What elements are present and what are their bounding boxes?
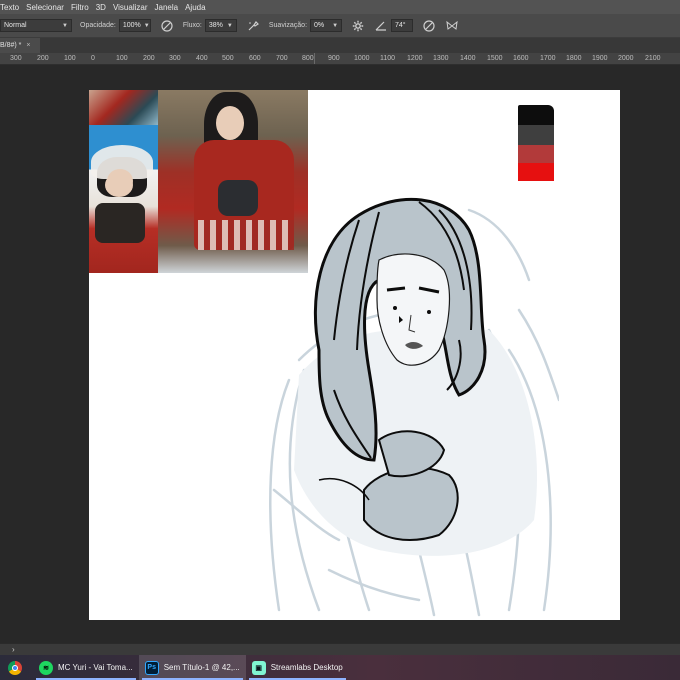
workspace[interactable] bbox=[0, 65, 680, 643]
taskbar-spotify-label: MC Yuri - Vai Toma... bbox=[58, 663, 133, 672]
windows-taskbar: ≋ MC Yuri - Vai Toma... Ps Sem Título-1 … bbox=[0, 655, 680, 680]
ruler-tick: 300 bbox=[10, 55, 22, 62]
ruler-tick: 600 bbox=[249, 55, 261, 62]
menu-selecionar[interactable]: Selecionar bbox=[26, 3, 64, 12]
menu-ajuda[interactable]: Ajuda bbox=[185, 3, 205, 12]
angle-group: 74° bbox=[374, 19, 414, 33]
flow-label: Fluxo: bbox=[182, 22, 202, 29]
smoothing-settings-gear-icon[interactable] bbox=[351, 19, 365, 33]
airbrush-icon[interactable] bbox=[246, 19, 260, 33]
streamlabs-icon: ▣ bbox=[251, 660, 266, 675]
menu-bar: Texto Selecionar Filtro 3D Visualizar Ja… bbox=[0, 0, 680, 14]
ruler-tick: 1500 bbox=[487, 55, 503, 62]
ruler-tick: 1400 bbox=[460, 55, 476, 62]
taskbar-streamlabs[interactable]: ▣ Streamlabs Desktop bbox=[246, 655, 349, 680]
document-tab[interactable]: B/8#) * × bbox=[0, 38, 40, 53]
taskbar-photoshop-label: Sem Título-1 @ 42,... bbox=[163, 663, 240, 672]
menu-visualizar[interactable]: Visualizar bbox=[113, 3, 148, 12]
close-icon[interactable]: × bbox=[26, 42, 30, 49]
photoshop-icon: Ps bbox=[144, 660, 159, 675]
angle-icon bbox=[374, 19, 388, 33]
status-expand-icon[interactable]: › bbox=[12, 645, 15, 654]
status-bar: › bbox=[0, 643, 680, 655]
symmetry-butterfly-icon[interactable] bbox=[445, 19, 459, 33]
horizontal-ruler: 300 200 100 0 100 200 300 400 500 600 70… bbox=[0, 53, 680, 65]
ruler-tick: 2000 bbox=[618, 55, 634, 62]
tool-options-bar: Normal ▼ Opacidade: 100% ▼ Fluxo: 38% ▼ … bbox=[0, 14, 680, 38]
menu-texto[interactable]: Texto bbox=[0, 3, 19, 12]
ruler-tick: 2100 bbox=[645, 55, 661, 62]
document-tab-bar: B/8#) * × bbox=[0, 38, 680, 53]
reference-photo-left bbox=[89, 125, 158, 273]
ruler-tick: 400 bbox=[196, 55, 208, 62]
opacity-value: 100% bbox=[122, 22, 141, 29]
chevron-down-icon[interactable]: ▼ bbox=[144, 23, 150, 29]
chevron-down-icon[interactable]: ▼ bbox=[227, 23, 233, 29]
ruler-tick: 800 bbox=[302, 55, 314, 62]
ruler-tick: 1000 bbox=[354, 55, 370, 62]
ruler-tick: 1200 bbox=[407, 55, 423, 62]
menu-janela[interactable]: Janela bbox=[155, 3, 179, 12]
taskbar-chrome[interactable] bbox=[0, 655, 33, 680]
flow-value: 38% bbox=[208, 22, 223, 29]
opacity-group: Opacidade: 100% ▼ bbox=[80, 19, 151, 32]
reference-photo-small bbox=[89, 90, 158, 125]
chrome-icon bbox=[8, 660, 22, 675]
swatch-red bbox=[518, 163, 554, 181]
ruler-tick: 200 bbox=[143, 55, 155, 62]
flow-field[interactable]: 38% ▼ bbox=[204, 19, 237, 32]
color-swatches bbox=[518, 105, 558, 183]
smoothing-group: Suavização: 0% ▼ bbox=[268, 19, 343, 32]
taskbar-streamlabs-label: Streamlabs Desktop bbox=[270, 663, 343, 672]
ruler-tick: 1700 bbox=[540, 55, 556, 62]
swatch-dark-gray bbox=[518, 125, 554, 145]
opacity-label: Opacidade: bbox=[80, 22, 116, 29]
chevron-down-icon: ▼ bbox=[62, 22, 68, 29]
ruler-tick: 100 bbox=[116, 55, 128, 62]
document-tab-label: B/8#) * bbox=[0, 42, 22, 49]
menu-filtro[interactable]: Filtro bbox=[71, 3, 89, 12]
ruler-tick: 1300 bbox=[433, 55, 449, 62]
pressure-opacity-icon[interactable] bbox=[160, 19, 174, 33]
blend-mode-select[interactable]: Normal ▼ bbox=[0, 19, 72, 32]
ruler-tick: 700 bbox=[276, 55, 288, 62]
angle-field[interactable]: 74° bbox=[391, 19, 414, 32]
ruler-tick: 500 bbox=[222, 55, 234, 62]
smoothing-field[interactable]: 0% ▼ bbox=[310, 19, 343, 32]
ruler-tick: 1900 bbox=[592, 55, 608, 62]
taskbar-photoshop[interactable]: Ps Sem Título-1 @ 42,... bbox=[138, 655, 246, 680]
flow-group: Fluxo: 38% ▼ bbox=[183, 19, 237, 32]
opacity-field[interactable]: 100% ▼ bbox=[118, 19, 151, 32]
ruler-tick: 900 bbox=[328, 55, 340, 62]
ruler-tick: 300 bbox=[169, 55, 181, 62]
smoothing-label: Suavização: bbox=[268, 22, 308, 29]
smoothing-value: 0% bbox=[314, 22, 325, 29]
ruler-tick: 1800 bbox=[566, 55, 582, 62]
angle-value: 74° bbox=[395, 22, 406, 29]
ruler-cursor-marker bbox=[314, 53, 315, 64]
ruler-tick: 1600 bbox=[513, 55, 529, 62]
taskbar-spotify[interactable]: ≋ MC Yuri - Vai Toma... bbox=[33, 655, 139, 680]
ruler-tick: 1100 bbox=[380, 55, 396, 62]
blend-mode-value: Normal bbox=[4, 22, 27, 29]
chevron-down-icon[interactable]: ▼ bbox=[332, 23, 338, 29]
pressure-size-icon[interactable] bbox=[422, 19, 436, 33]
menu-3d[interactable]: 3D bbox=[96, 3, 106, 12]
swatch-dark-red bbox=[518, 145, 554, 163]
ruler-tick: 100 bbox=[64, 55, 76, 62]
ruler-tick: 200 bbox=[37, 55, 49, 62]
ruler-tick: 0 bbox=[91, 55, 95, 62]
document-canvas[interactable] bbox=[89, 90, 620, 620]
sketch-drawing bbox=[269, 197, 559, 617]
swatch-black bbox=[518, 105, 554, 125]
spotify-icon: ≋ bbox=[39, 660, 53, 675]
